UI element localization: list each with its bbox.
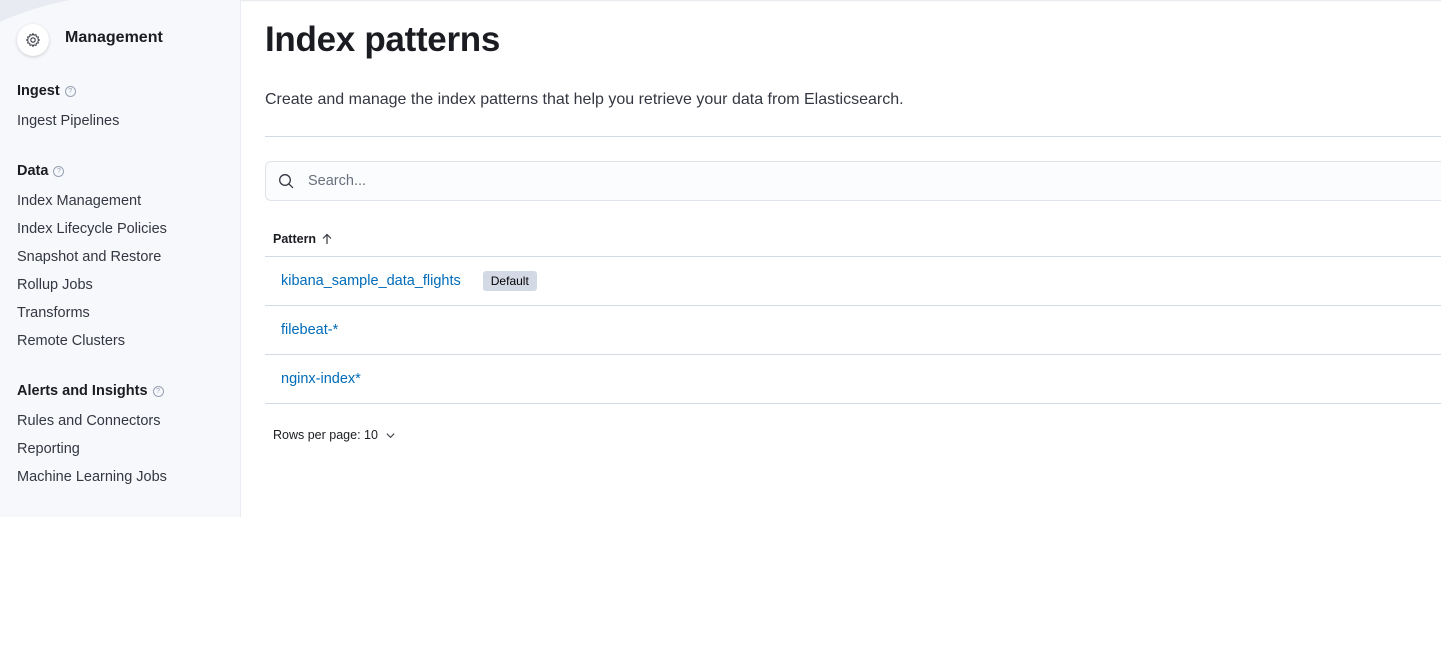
sidebar-item-ingest-pipelines[interactable]: Ingest Pipelines [17, 113, 119, 129]
search-input[interactable] [306, 172, 1410, 190]
sidebar-item-index-lifecycle-policies[interactable]: Index Lifecycle Policies [17, 221, 167, 237]
header-shadow [241, 0, 1441, 2]
index-pattern-link[interactable]: kibana_sample_data_flights [281, 273, 461, 289]
default-badge: Default [482, 271, 537, 291]
chevron-down-icon [386, 432, 395, 438]
sidebar-item-reporting[interactable]: Reporting [17, 441, 80, 457]
sidebar-item-index-management[interactable]: Index Management [17, 193, 141, 209]
nav-group-title: Data [17, 163, 49, 179]
nav-group-title: Alerts and Insights [17, 383, 148, 399]
arrow-up-icon [322, 233, 332, 244]
sidebar-item-rollup-jobs[interactable]: Rollup Jobs [17, 277, 93, 293]
table-header: Pattern [265, 226, 1441, 257]
main-content: Index patterns Create and manage the ind… [241, 0, 1441, 648]
help-icon[interactable]: ? [152, 385, 164, 397]
sidebar-header: Management [17, 24, 163, 56]
rows-per-page-label: Rows per page: 10 [273, 428, 378, 442]
search-bar[interactable] [265, 161, 1441, 201]
sidebar-item-transforms[interactable]: Transforms [17, 305, 90, 321]
nav-group-data: Data ? [17, 163, 65, 179]
table-row: filebeat-* [265, 306, 1441, 355]
sidebar-item-snapshot-and-restore[interactable]: Snapshot and Restore [17, 249, 161, 265]
table-row: kibana_sample_data_flights Default [265, 257, 1441, 306]
app-root: Management Ingest ? Ingest Pipelines Dat… [0, 0, 1441, 648]
index-pattern-link[interactable]: filebeat-* [281, 322, 338, 338]
nav-group-ingest: Ingest ? [17, 83, 76, 99]
management-sidebar: Management Ingest ? Ingest Pipelines Dat… [0, 0, 241, 517]
sidebar-title: Management [65, 29, 163, 46]
sidebar-item-machine-learning-jobs[interactable]: Machine Learning Jobs [17, 469, 167, 485]
page-title: Index patterns [265, 20, 501, 59]
sidebar-item-remote-clusters[interactable]: Remote Clusters [17, 333, 125, 349]
page-description: Create and manage the index patterns tha… [265, 91, 904, 108]
help-icon[interactable]: ? [64, 85, 76, 97]
nav-group-title: Ingest [17, 83, 60, 99]
nav-group-alerts-and-insights: Alerts and Insights ? [17, 383, 164, 399]
search-icon [279, 174, 294, 189]
column-header-label: Pattern [273, 232, 317, 246]
divider [265, 136, 1441, 137]
sidebar-item-rules-and-connectors[interactable]: Rules and Connectors [17, 413, 160, 429]
gear-icon [17, 24, 49, 56]
table-row: nginx-index* [265, 355, 1441, 404]
help-icon[interactable]: ? [53, 165, 65, 177]
column-header-pattern[interactable]: Pattern [273, 232, 333, 246]
index-pattern-link[interactable]: nginx-index* [281, 371, 361, 387]
rows-per-page-button[interactable]: Rows per page: 10 [273, 428, 396, 442]
